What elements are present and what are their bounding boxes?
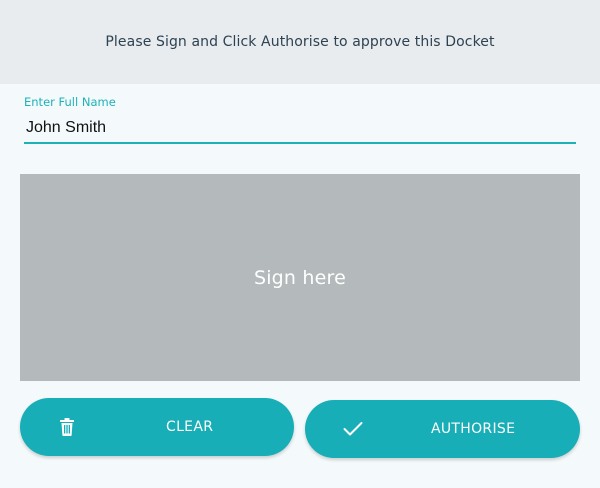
authorise-button-label: AUTHORISE: [431, 421, 516, 437]
clear-button-label: CLEAR: [166, 419, 214, 435]
trash-icon: [60, 418, 74, 436]
clear-button[interactable]: CLEAR: [20, 398, 294, 456]
full-name-field: Enter Full Name: [24, 92, 576, 146]
full-name-underline: [24, 142, 576, 144]
signature-pad[interactable]: Sign here: [20, 174, 580, 381]
page-instruction: Please Sign and Click Authorise to appro…: [105, 34, 495, 50]
full-name-input[interactable]: [24, 116, 574, 140]
header-bar: Please Sign and Click Authorise to appro…: [0, 0, 600, 84]
signature-placeholder: Sign here: [253, 266, 347, 289]
authorise-button[interactable]: AUTHORISE: [305, 400, 580, 458]
full-name-label: Enter Full Name: [24, 95, 116, 109]
checkmark-icon: [343, 422, 363, 436]
